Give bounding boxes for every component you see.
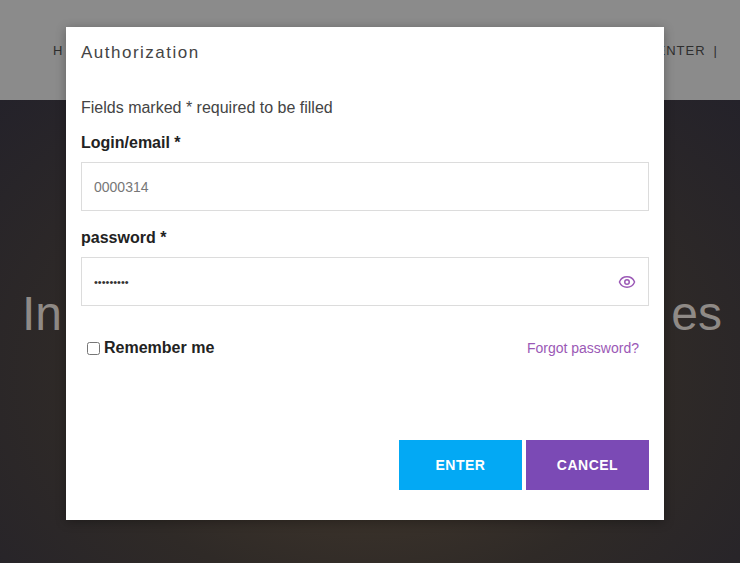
remember-checkbox[interactable] — [87, 342, 100, 355]
password-input[interactable] — [82, 258, 606, 305]
field-box — [81, 162, 649, 211]
options-row: Remember me Forgot password? — [81, 337, 649, 359]
cancel-button[interactable]: CANCEL — [526, 440, 649, 490]
login-input[interactable] — [82, 163, 648, 210]
button-row: ENTERCANCEL — [81, 440, 649, 490]
nav-enter[interactable]: ENTER| — [657, 43, 718, 58]
field-box — [81, 257, 649, 306]
eye-icon[interactable] — [618, 273, 636, 291]
authorization-dialog: Authorization Fields marked * required to… — [66, 27, 664, 520]
show-password[interactable] — [606, 273, 648, 291]
nav-separator: | — [714, 43, 718, 58]
field-label: Login/email * — [81, 133, 649, 153]
remember-me[interactable]: Remember me — [81, 339, 214, 357]
dialog-title: Authorization — [81, 43, 649, 63]
required-note: Fields marked * required to be filled — [81, 99, 649, 117]
field-label: password * — [81, 228, 649, 248]
hero-title-left: In — [22, 286, 62, 341]
nav-item[interactable]: H — [53, 43, 63, 58]
page: HENTER|InesAuthorizationFields marked * … — [0, 0, 740, 563]
hero-title-right: es — [671, 286, 722, 341]
enter-button[interactable]: ENTER — [399, 440, 522, 490]
forgot-password-link[interactable]: Forgot password? — [527, 340, 649, 356]
